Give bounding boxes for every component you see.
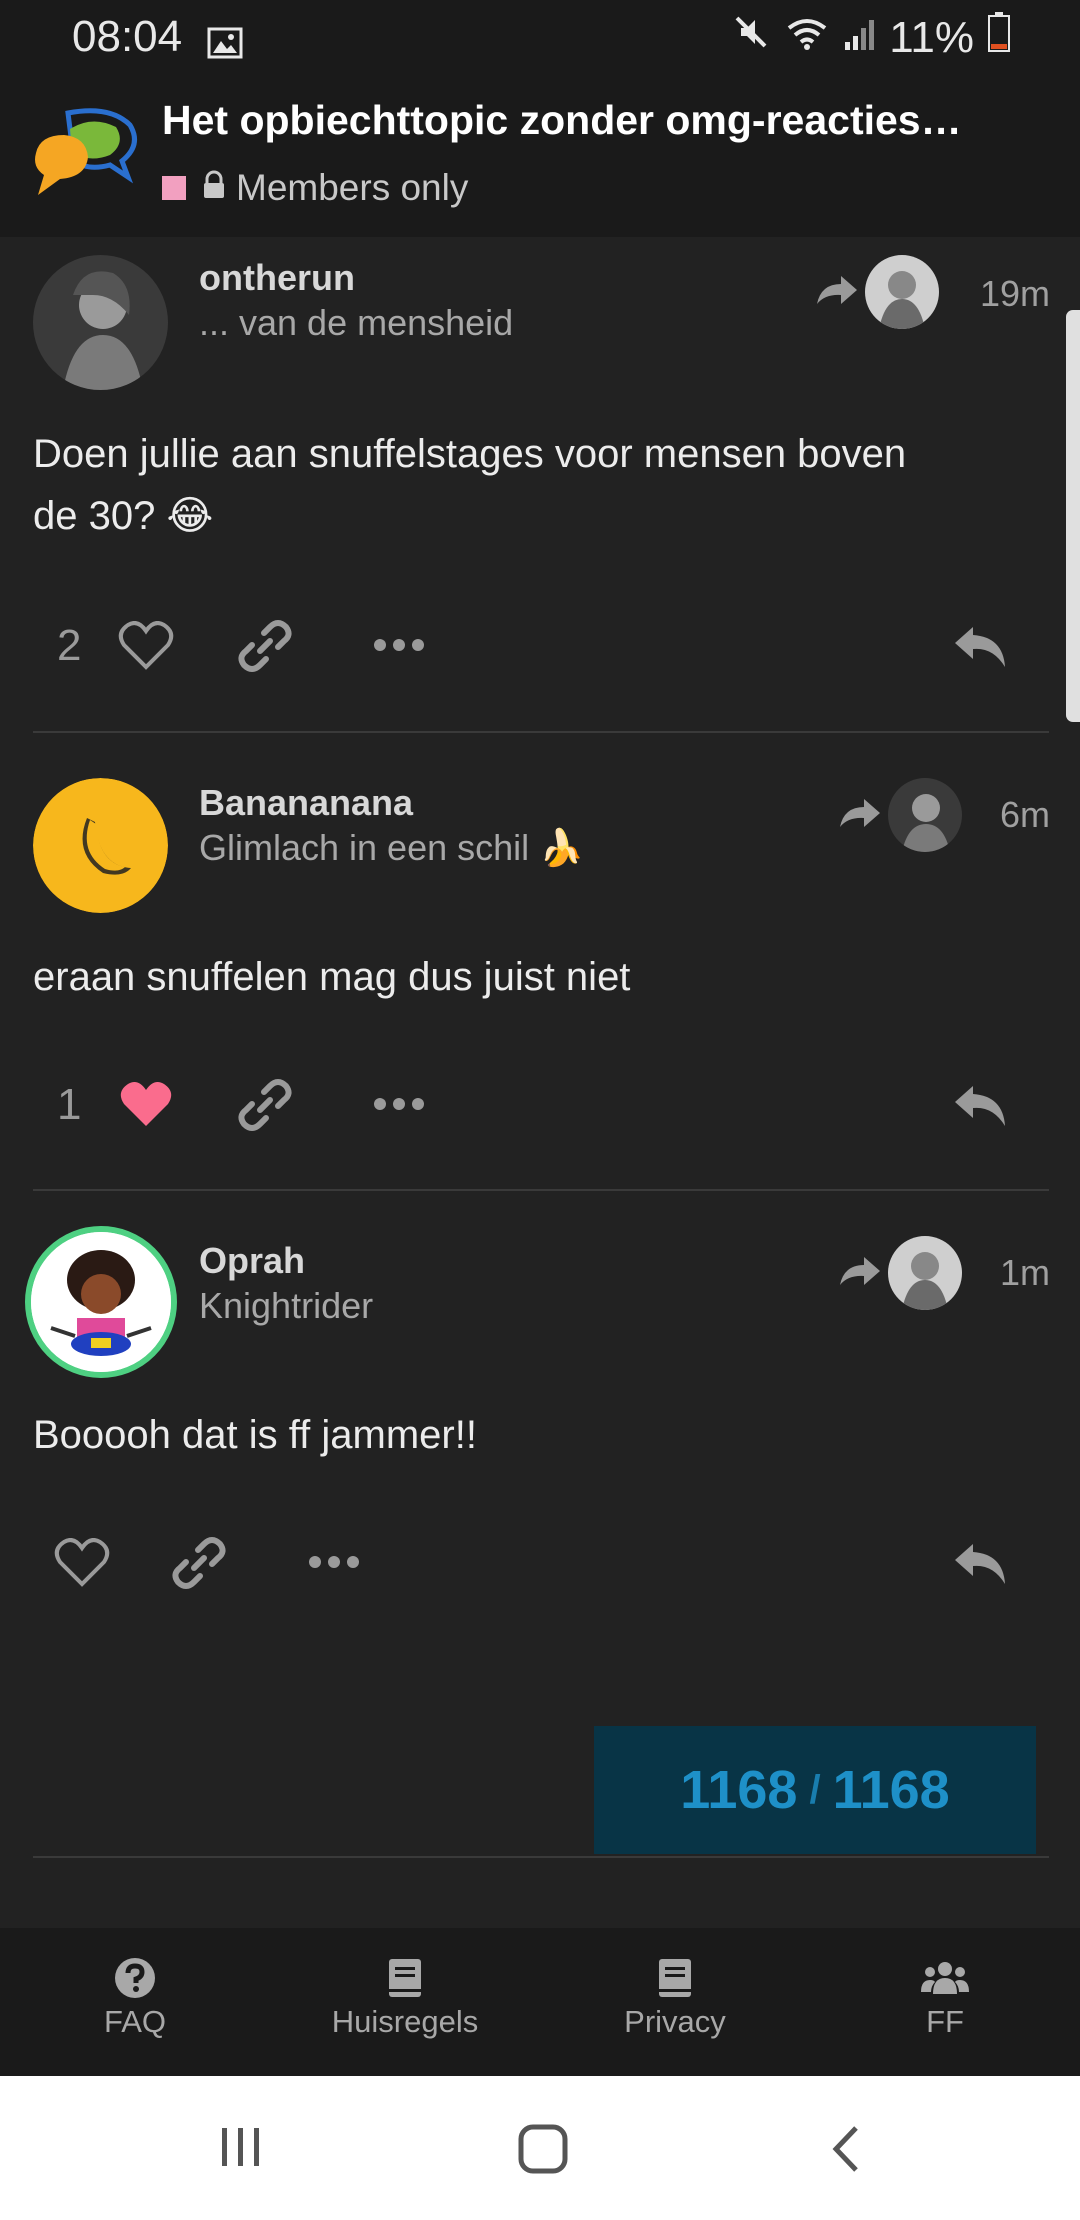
post-actions [0,1526,1080,1606]
reply-to-indicator[interactable] [815,255,939,329]
reply-button[interactable] [953,1540,1009,1588]
question-circle-icon [0,1956,270,2000]
post-body-line: eraan snuffelen mag dus juist niet [33,955,631,999]
post-username[interactable]: ontherun [199,257,355,299]
reply-to-indicator[interactable] [838,778,962,852]
users-icon [810,1956,1080,2000]
nav-label: Privacy [624,2004,726,2039]
copy-link-button[interactable] [172,1536,226,1590]
post-user-title: Knightrider [199,1285,374,1326]
post-actions: 1 [0,1068,1080,1148]
reply-button[interactable] [953,623,1009,671]
category-name: Members only [236,167,469,208]
book-icon [540,1956,810,2000]
post-username[interactable]: Banananana [199,782,413,824]
post-body: eraan snuffelen mag dus juist niet [33,946,1033,1008]
share-arrow-icon [838,795,882,836]
post-time[interactable]: 1m [1000,1252,1050,1294]
topic-progress-indicator[interactable]: 1168 / 1168 [594,1726,1036,1854]
footer-nav-ff[interactable]: FF [810,1956,1080,2040]
more-options-button[interactable] [372,637,426,653]
more-options-button[interactable] [307,1554,361,1570]
battery-icon [988,12,1010,63]
post-divider [33,731,1049,733]
post-body-line: Doen jullie aan snuffelstages voor mense… [33,432,907,476]
post-actions: 2 [0,609,1080,689]
category-badge[interactable]: Members only [162,167,468,209]
image-notification-icon [207,20,243,70]
post-body-line: de 30? 😂 [33,494,214,538]
post-user-title: ... van de mensheid [199,302,514,343]
nav-label: FF [926,2004,964,2039]
like-button[interactable] [118,621,174,671]
back-icon[interactable] [828,2124,864,2179]
more-options-button[interactable] [372,1096,426,1112]
signal-icon [843,13,875,63]
like-count[interactable]: 1 [57,1080,81,1130]
battery-level: 11% [889,12,974,62]
topic-header: Het opbiechttopic zonder omg-reacties… M… [0,75,1080,237]
scrollbar[interactable] [1066,310,1080,722]
post-username[interactable]: Oprah [199,1240,305,1282]
like-count[interactable]: 2 [57,621,81,671]
recent-apps-icon[interactable] [218,2124,264,2175]
liked-heart-icon[interactable] [118,1080,174,1130]
reply-button[interactable] [953,1082,1009,1130]
footer-nav: FAQ Huisregels Privacy FF [0,1928,1080,2076]
post-body-line: Booooh dat is ff jammer!! [33,1413,477,1457]
reply-to-indicator[interactable] [838,1236,962,1310]
category-color-square [162,176,186,200]
home-icon[interactable] [518,2124,568,2179]
reply-to-avatar [865,255,939,329]
progress-current: 1168 [680,1760,798,1820]
reply-to-avatar [888,778,962,852]
post-time[interactable]: 6m [1000,794,1050,836]
like-button[interactable] [54,1538,110,1588]
system-navigation-bar [0,2076,1080,2220]
mute-icon [731,12,771,63]
avatar[interactable] [25,1226,177,1378]
share-arrow-icon [838,1253,882,1294]
progress-total: 1168 [832,1760,950,1820]
post-oprah: Oprah Knightrider 1m Booooh dat is ff ja… [0,1208,1080,1628]
post-divider [33,1189,1049,1191]
footer-nav-huisregels[interactable]: Huisregels [270,1956,540,2040]
nav-label: FAQ [103,2004,166,2039]
post-user-title: Glimlach in een schil 🍌 [199,827,584,868]
forum-logo-icon[interactable] [30,105,142,210]
book-icon [270,1956,540,2000]
wifi-icon [785,13,829,63]
post-body: Doen jullie aan snuffelstages voor mense… [33,423,1033,547]
lock-icon [202,167,226,209]
avatar[interactable] [33,778,168,913]
status-bar: 08:04 11% [0,0,1080,75]
nav-label: Huisregels [331,2004,479,2039]
topic-title[interactable]: Het opbiechttopic zonder omg-reacties… [162,97,1012,144]
post-body: Booooh dat is ff jammer!! [33,1404,1033,1466]
copy-link-button[interactable] [238,619,292,673]
footer-nav-privacy[interactable]: Privacy [540,1956,810,2040]
post-banananana: Banananana Glimlach in een schil 🍌 6m er… [0,750,1080,1190]
post-ontherun: ontherun ... van de mensheid 19m Doen ju… [0,237,1080,732]
copy-link-button[interactable] [238,1078,292,1132]
share-arrow-icon [815,272,859,313]
footer-nav-faq[interactable]: FAQ [0,1956,270,2040]
progress-separator: / [809,1767,821,1812]
status-time: 08:04 [72,12,183,61]
reply-to-avatar [888,1236,962,1310]
timeline-divider [33,1856,1049,1858]
avatar[interactable] [33,255,168,390]
post-time[interactable]: 19m [980,273,1050,315]
